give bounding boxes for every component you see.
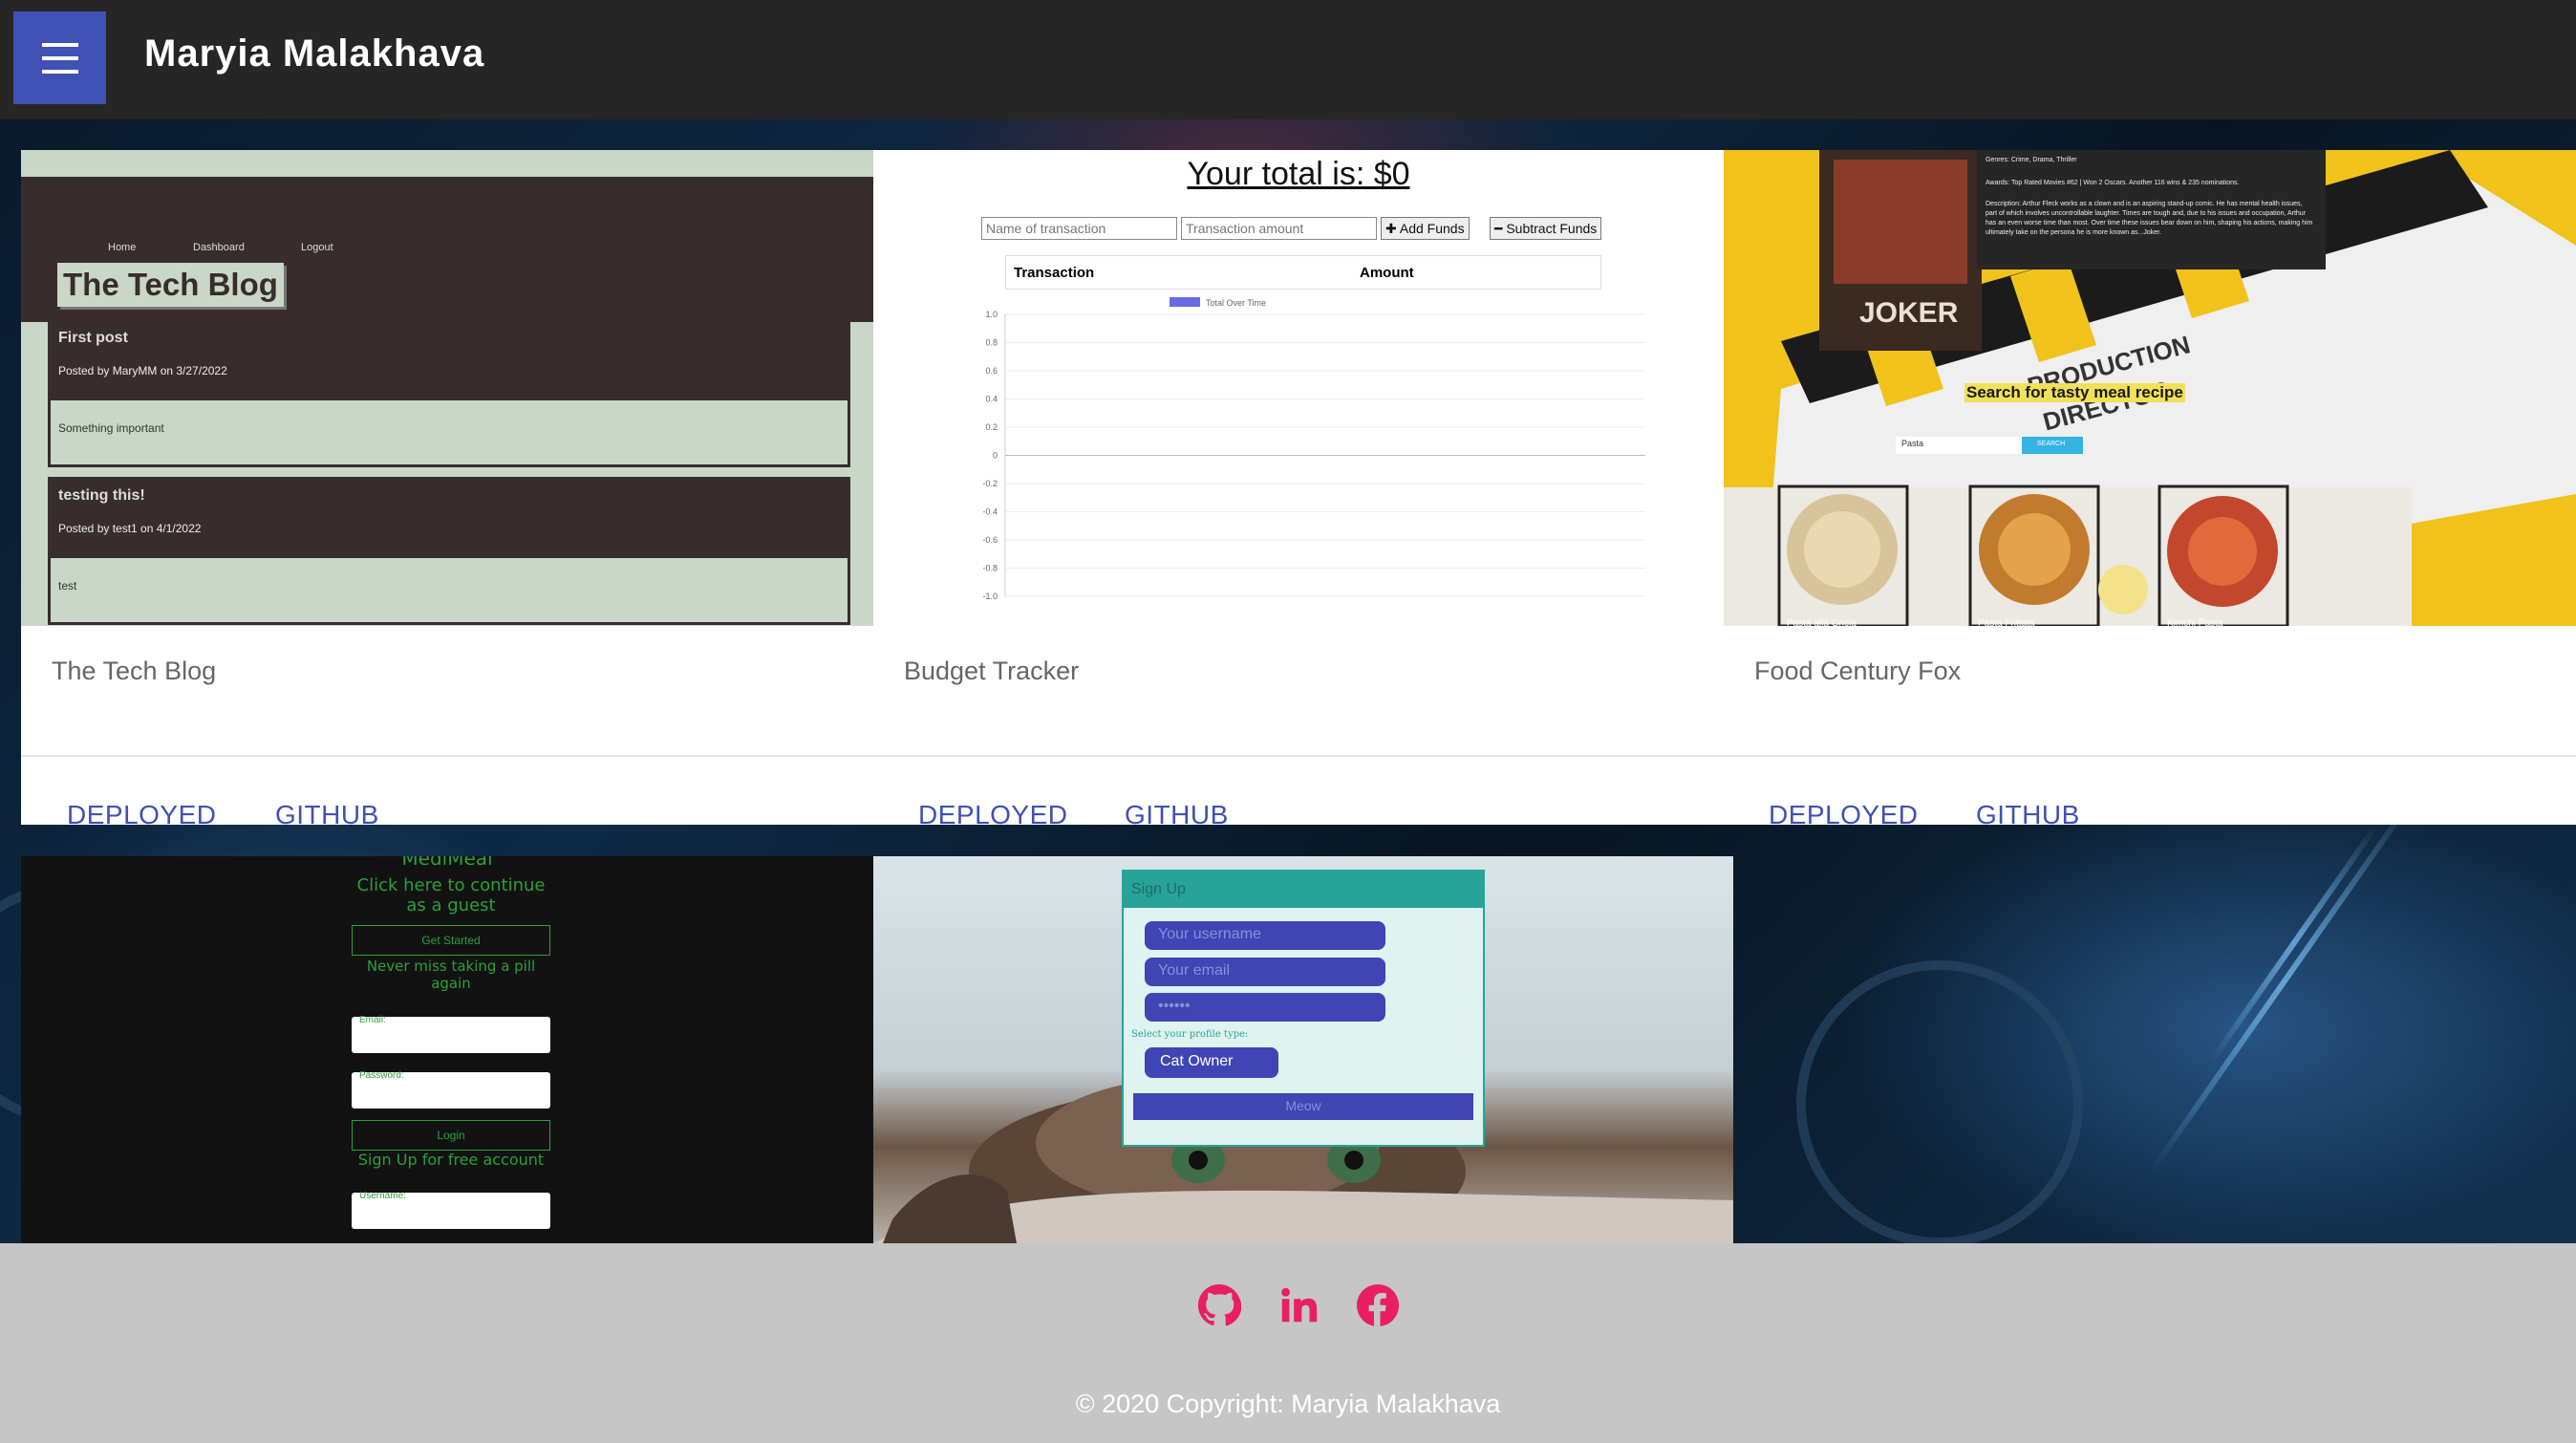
preview-login-button[interactable]: Login xyxy=(352,1120,550,1151)
preview-nav-logout: Logout xyxy=(301,242,333,253)
project-card-budget-tracker: Your total is: $0 Name of transaction Tr… xyxy=(873,150,1724,825)
preview-password-label: Password: xyxy=(359,1070,404,1081)
preview-get-started-button[interactable]: Get Started xyxy=(352,925,550,956)
card-actions: DEPLOYED GITHUB xyxy=(873,771,1724,825)
chart-legend-label: Total Over Time xyxy=(1206,298,1266,308)
footer: © 2020 Copyright: Maryia Malakhava xyxy=(0,1243,2576,1443)
project-card-food-century-fox: JOKER PRODUCTION DIRECTOR Search for tas… xyxy=(1724,150,2576,825)
preview-table-header: Transaction Amount xyxy=(1005,255,1601,290)
chart-y-tick-label: -1.0 xyxy=(982,592,998,601)
preview-password-input[interactable]: •••••• xyxy=(1145,993,1385,1022)
preview-post-title: First post xyxy=(58,330,128,346)
preview-email-label: Email: xyxy=(359,1015,386,1025)
project-card-tech-blog: Home Dashboard Logout The Tech Blog Firs… xyxy=(21,150,873,825)
preview-post: testing this! Posted by test1 on 4/1/202… xyxy=(48,477,850,625)
linkedin-icon[interactable] xyxy=(1277,1283,1320,1327)
hamburger-menu-button[interactable] xyxy=(13,11,106,104)
project-card-cat-app: Sign Up Your username Your email •••••• … xyxy=(873,856,1733,1243)
preview-line-chart: 1.0 0.8 0.6 0.4 0.2 0 -0.2 -0.4 -0.6 -0.8 -1.0 Tota… xyxy=(982,297,1645,601)
preview-post-meta: Posted by MaryMM on 3/27/2022 xyxy=(58,364,227,377)
chart-y-tick-label: 1.0 xyxy=(985,310,998,319)
preview-post: First post Posted by MaryMM on 3/27/2022… xyxy=(48,319,850,467)
project-screenshot[interactable]: JOKER PRODUCTION DIRECTOR Search for tas… xyxy=(1724,150,2576,626)
preview-submit-button[interactable]: Meow xyxy=(1133,1093,1473,1120)
card-divider xyxy=(1724,755,2576,757)
preview-subtract-funds-label: Subtract Funds xyxy=(1506,221,1598,236)
hamburger-menu-icon xyxy=(41,38,78,78)
chart-y-tick-label: 0.2 xyxy=(985,422,998,432)
preview-username-input[interactable]: Your username xyxy=(1145,921,1385,950)
preview-post-body: test xyxy=(58,579,77,592)
preview-signup-link[interactable]: Sign Up for free account xyxy=(352,1151,550,1169)
preview-post-body: Something important xyxy=(58,421,164,435)
preview-add-funds-label: Add Funds xyxy=(1399,221,1465,236)
chart-y-tick-label: -0.4 xyxy=(982,507,998,517)
chart-y-tick-label: -0.2 xyxy=(982,479,998,488)
site-title: Maryia Malakhava xyxy=(144,32,485,75)
preview-nav-home: Home xyxy=(108,242,137,253)
preview-col-transaction: Transaction xyxy=(1014,265,1095,281)
preview-recipe-3: Kimchi Pasta xyxy=(2167,618,2223,626)
preview-brand: The Tech Blog xyxy=(57,263,284,307)
chart-legend-swatch xyxy=(1170,297,1200,307)
chart-y-tick-label: 0 xyxy=(993,451,998,461)
preview-profile-select[interactable]: Cat Owner xyxy=(1145,1047,1278,1078)
card-actions: DEPLOYED GITHUB xyxy=(1724,771,2576,825)
preview-recipe-1: Pasta alla Gricia xyxy=(1787,618,1857,626)
card-actions: DEPLOYED GITHUB xyxy=(21,771,873,825)
project-screenshot[interactable]: Your total is: $0 Name of transaction Tr… xyxy=(873,150,1724,626)
copyright-text: © 2020 Copyright: Maryia Malakhava xyxy=(1075,1389,1501,1418)
app-bar: Maryia Malakhava xyxy=(0,0,2576,119)
chart-y-tick-label: -0.8 xyxy=(982,564,998,573)
preview-guest-link[interactable]: Click here to continue as a guest xyxy=(352,875,550,915)
preview-search-input: Pasta xyxy=(1901,439,1924,448)
preview-username-label: Username: xyxy=(359,1191,406,1201)
preview-total: Your total is: $0 xyxy=(1187,156,1410,192)
preview-search-label: Search for tasty meal recipe xyxy=(1964,383,2185,402)
preview-signup-form: Sign Up Your username Your email •••••• … xyxy=(1122,870,1485,1147)
preview-movie-title: JOKER xyxy=(1859,297,1959,329)
preview-subtract-funds-button: ━ Subtract Funds xyxy=(1490,217,1602,240)
project-title: Food Century Fox xyxy=(1754,657,1962,685)
chart-y-tick-label: 0.6 xyxy=(985,366,998,376)
project-title: Budget Tracker xyxy=(904,657,1080,685)
facebook-icon[interactable] xyxy=(1356,1283,1400,1327)
preview-tagline: Never miss taking a pill again xyxy=(366,958,536,992)
preview-post-title: testing this! xyxy=(58,487,145,504)
chart-y-tick-label: -0.6 xyxy=(982,535,998,545)
github-link[interactable]: GITHUB xyxy=(1125,800,1229,825)
preview-col-amount: Amount xyxy=(1360,265,1414,281)
preview-profile-label: Select your profile type: xyxy=(1131,1029,1249,1040)
chart-y-tick-label: 0.8 xyxy=(985,338,998,348)
deployed-link[interactable]: DEPLOYED xyxy=(67,800,217,825)
github-icon[interactable] xyxy=(1197,1283,1241,1327)
chart-y-tick-label: 0.4 xyxy=(985,395,998,404)
deployed-link[interactable]: DEPLOYED xyxy=(918,800,1068,825)
card-divider xyxy=(21,755,873,757)
preview-post-meta: Posted by test1 on 4/1/2022 xyxy=(58,522,202,535)
preview-app-name: MediMeal xyxy=(401,856,493,870)
card-divider xyxy=(873,755,1724,757)
preview-email-input[interactable]: Your email xyxy=(1145,958,1385,986)
project-card-medimeal: MediMeal Click here to continue as a gue… xyxy=(21,856,873,1243)
preview-recipe-2: Pasta Frittata xyxy=(1978,618,2035,626)
deployed-link[interactable]: DEPLOYED xyxy=(1769,800,1919,825)
preview-name-input: Name of transaction xyxy=(981,217,1177,240)
preview-amount-input: Transaction amount xyxy=(1181,217,1377,240)
project-screenshot[interactable]: Home Dashboard Logout The Tech Blog Firs… xyxy=(21,150,873,626)
preview-search-button: SEARCH xyxy=(2037,441,2066,447)
github-link[interactable]: GITHUB xyxy=(1976,800,2080,825)
preview-movie-details: Genres: Crime, Drama, Thriller Awards: T… xyxy=(1986,157,2313,236)
preview-signup-heading: Sign Up xyxy=(1124,872,1483,908)
preview-add-funds-button: ✚ Add Funds xyxy=(1381,217,1470,240)
preview-nav-dashboard: Dashboard xyxy=(193,242,245,253)
project-title: The Tech Blog xyxy=(52,657,217,685)
github-link[interactable]: GITHUB xyxy=(275,800,379,825)
